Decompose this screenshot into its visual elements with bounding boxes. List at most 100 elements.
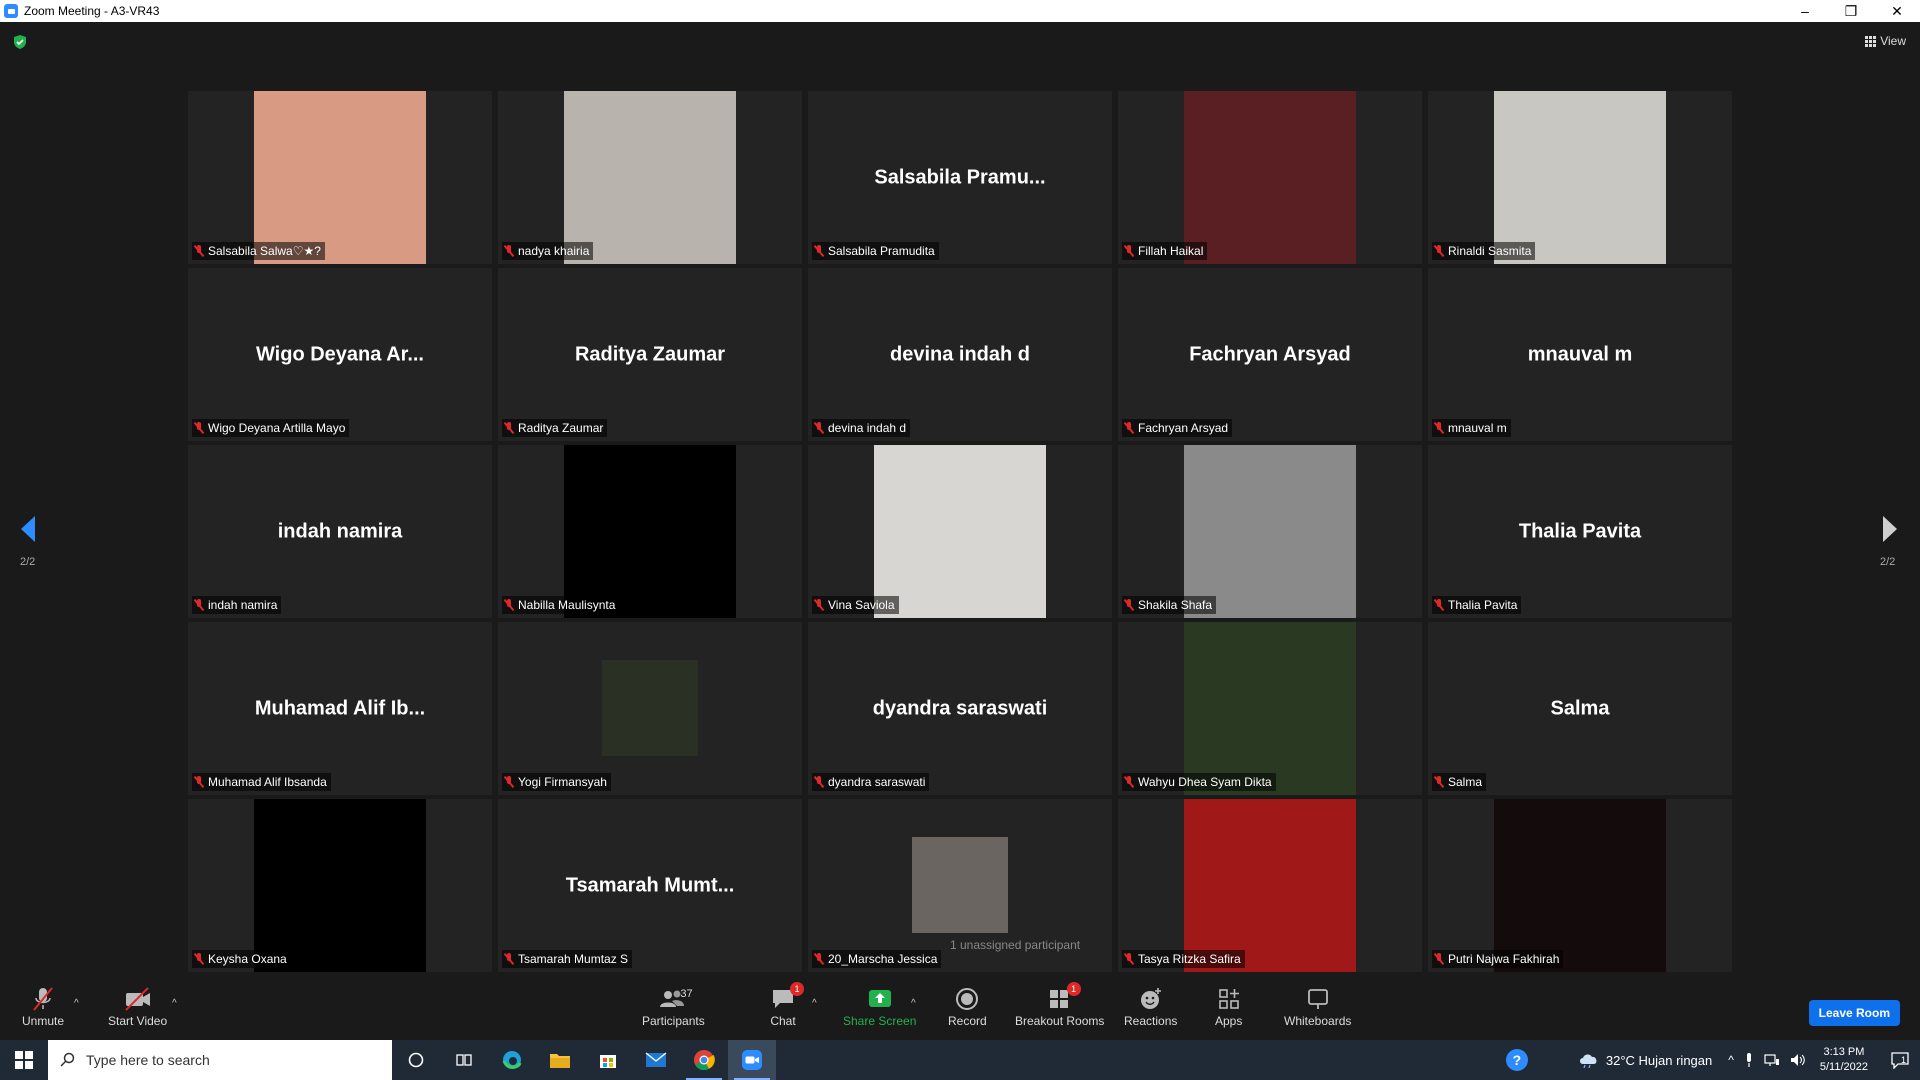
taskbar-search-box[interactable]: Type here to search xyxy=(48,1040,392,1080)
show-hidden-icons-chevron-icon[interactable]: ^ xyxy=(1728,1053,1734,1067)
participant-display-name: Muhamad Alif Ib... xyxy=(254,697,426,719)
participant-tile[interactable]: Raditya Zaumar Raditya Zaumar xyxy=(498,268,802,441)
next-page-indicator: 2/2 xyxy=(1880,556,1896,568)
participant-name: Wahyu Dhea Syam Dikta xyxy=(1138,775,1272,789)
zoom-taskbar-button[interactable] xyxy=(728,1040,776,1080)
participant-name: Putri Najwa Fakhirah xyxy=(1448,952,1560,966)
participant-video xyxy=(254,799,426,972)
participant-name: Salsabila Salwa♡★? xyxy=(208,244,321,258)
participant-name: Salsabila Pramudita xyxy=(828,244,935,258)
audio-options-caret-icon[interactable]: ^ xyxy=(74,998,79,1009)
participant-tile[interactable]: Salma Salma xyxy=(1428,622,1732,795)
apps-button[interactable]: Apps xyxy=(1215,986,1242,1028)
participant-name-label: Wahyu Dhea Syam Dikta xyxy=(1122,773,1276,791)
microphone-icon[interactable] xyxy=(1744,1053,1754,1067)
cortana-button[interactable] xyxy=(392,1040,440,1080)
participant-tile[interactable]: Tsamarah Mumt... Tsamarah Mumtaz S xyxy=(498,799,802,972)
share-options-caret-icon[interactable]: ^ xyxy=(911,998,916,1009)
help-icon[interactable]: ? xyxy=(1505,1049,1528,1071)
chat-options-caret-icon[interactable]: ^ xyxy=(812,998,817,1009)
participant-name-label: indah namira xyxy=(192,596,282,614)
taskbar-clock[interactable]: 3:13 PM 5/11/2022 xyxy=(1820,1045,1868,1075)
participant-tile[interactable]: Vina Saviola xyxy=(808,445,1112,618)
participant-name-label: Yogi Firmansyah xyxy=(502,773,611,791)
participant-name-label: mnauval m xyxy=(1432,419,1511,437)
mail-icon xyxy=(645,1052,667,1067)
participants-count: 37 xyxy=(680,988,693,1000)
encryption-shield-icon[interactable] xyxy=(12,34,28,50)
minimize-button[interactable]: – xyxy=(1782,0,1828,22)
participant-tile[interactable]: Keysha Oxana xyxy=(188,799,492,972)
participant-name-label: Shakila Shafa xyxy=(1122,596,1217,614)
participant-name: nadya khairia xyxy=(518,244,590,258)
chrome-taskbar-button[interactable] xyxy=(680,1040,728,1080)
store-taskbar-button[interactable] xyxy=(584,1040,632,1080)
participant-tile[interactable]: Thalia Pavita Thalia Pavita xyxy=(1428,445,1732,618)
participant-tile[interactable]: Fillah Haikal xyxy=(1118,91,1422,264)
participant-tile[interactable]: Salsabila Salwa♡★? xyxy=(188,91,492,264)
weather-widget[interactable]: 32°C Hujan ringan xyxy=(1578,1052,1712,1068)
next-page-arrow-icon[interactable] xyxy=(1880,514,1900,544)
prev-page-indicator: 2/2 xyxy=(20,556,36,568)
close-button[interactable]: ✕ xyxy=(1874,0,1920,22)
participant-tile[interactable]: Wahyu Dhea Syam Dikta xyxy=(1118,622,1422,795)
participant-tile[interactable]: mnauval m mnauval m xyxy=(1428,268,1732,441)
participant-tile[interactable]: devina indah d devina indah d xyxy=(808,268,1112,441)
file-explorer-taskbar-button[interactable] xyxy=(536,1040,584,1080)
start-video-button[interactable]: Start Video xyxy=(108,986,167,1028)
participant-tile[interactable]: Yogi Firmansyah xyxy=(498,622,802,795)
participant-name-label: Thalia Pavita xyxy=(1432,596,1522,614)
apps-label: Apps xyxy=(1215,1014,1243,1028)
network-icon[interactable] xyxy=(1764,1053,1780,1067)
cortana-icon xyxy=(408,1052,424,1068)
participant-tile[interactable]: Putri Najwa Fakhirah xyxy=(1428,799,1732,972)
windows-start-button[interactable] xyxy=(0,1040,48,1080)
reactions-button[interactable]: Reactions xyxy=(1124,986,1177,1028)
task-view-button[interactable] xyxy=(440,1040,488,1080)
participant-tile[interactable]: Nabilla Maulisynta xyxy=(498,445,802,618)
participant-tile[interactable]: Rinaldi Sasmita xyxy=(1428,91,1732,264)
participant-tile[interactable]: Salsabila Pramu... Salsabila Pramudita xyxy=(808,91,1112,264)
participant-name-label: Fachryan Arsyad xyxy=(1122,419,1233,437)
record-icon xyxy=(956,988,979,1010)
participant-tile[interactable]: Fachryan Arsyad Fachryan Arsyad xyxy=(1118,268,1422,441)
volume-icon[interactable] xyxy=(1790,1053,1806,1067)
notification-count: 1 xyxy=(1901,1055,1907,1065)
participants-button[interactable]: 37 Participants xyxy=(642,986,705,1028)
action-center-button[interactable]: 1 xyxy=(1880,1040,1920,1080)
participant-name-label: Tsamarah Mumtaz S xyxy=(502,950,633,968)
breakout-rooms-button[interactable]: 1 Breakout Rooms xyxy=(1015,982,1104,1028)
window-titlebar: Zoom Meeting - A3-VR43 – ❐ ✕ xyxy=(0,0,1920,22)
cloud-rain-icon xyxy=(1579,1054,1597,1068)
chat-button[interactable]: 1 Chat xyxy=(770,982,804,1028)
participant-tile[interactable]: Tasya Ritzka Safira xyxy=(1118,799,1422,972)
participant-name: Muhamad Alif Ibsanda xyxy=(208,775,327,789)
participant-tile[interactable]: dyandra saraswati dyandra saraswati xyxy=(808,622,1112,795)
view-button[interactable]: View xyxy=(1865,34,1906,48)
participant-tile[interactable]: Muhamad Alif Ib... Muhamad Alif Ibsanda xyxy=(188,622,492,795)
participant-name: Vina Saviola xyxy=(828,598,895,612)
participant-tile[interactable]: Wigo Deyana Ar... Wigo Deyana Artilla May… xyxy=(188,268,492,441)
leave-room-button[interactable]: Leave Room xyxy=(1808,1000,1900,1026)
participant-tile[interactable]: nadya khairia xyxy=(498,91,802,264)
participant-video xyxy=(254,91,426,264)
record-button[interactable]: Record xyxy=(948,986,987,1028)
participant-tile[interactable]: Shakila Shafa xyxy=(1118,445,1422,618)
restore-button[interactable]: ❐ xyxy=(1828,0,1874,22)
participant-tile[interactable]: indah namira indah namira xyxy=(188,445,492,618)
video-options-caret-icon[interactable]: ^ xyxy=(172,998,177,1009)
whiteboards-button[interactable]: Whiteboards xyxy=(1284,986,1351,1028)
participant-name: Fachryan Arsyad xyxy=(1138,421,1229,435)
muted-mic-icon xyxy=(194,953,204,965)
edge-taskbar-button[interactable] xyxy=(488,1040,536,1080)
muted-mic-icon xyxy=(1434,599,1444,611)
prev-page-arrow-icon[interactable] xyxy=(18,514,38,544)
share-screen-button[interactable]: Share Screen xyxy=(843,986,916,1028)
mail-taskbar-button[interactable] xyxy=(632,1040,680,1080)
participant-name: Tsamarah Mumtaz S xyxy=(518,952,629,966)
store-icon xyxy=(600,1055,616,1068)
participant-display-name: Raditya Zaumar xyxy=(574,343,726,365)
participant-name-label: Putri Najwa Fakhirah xyxy=(1432,950,1564,968)
chrome-browser-icon xyxy=(694,1050,715,1071)
unmute-button[interactable]: Unmute xyxy=(22,986,64,1028)
